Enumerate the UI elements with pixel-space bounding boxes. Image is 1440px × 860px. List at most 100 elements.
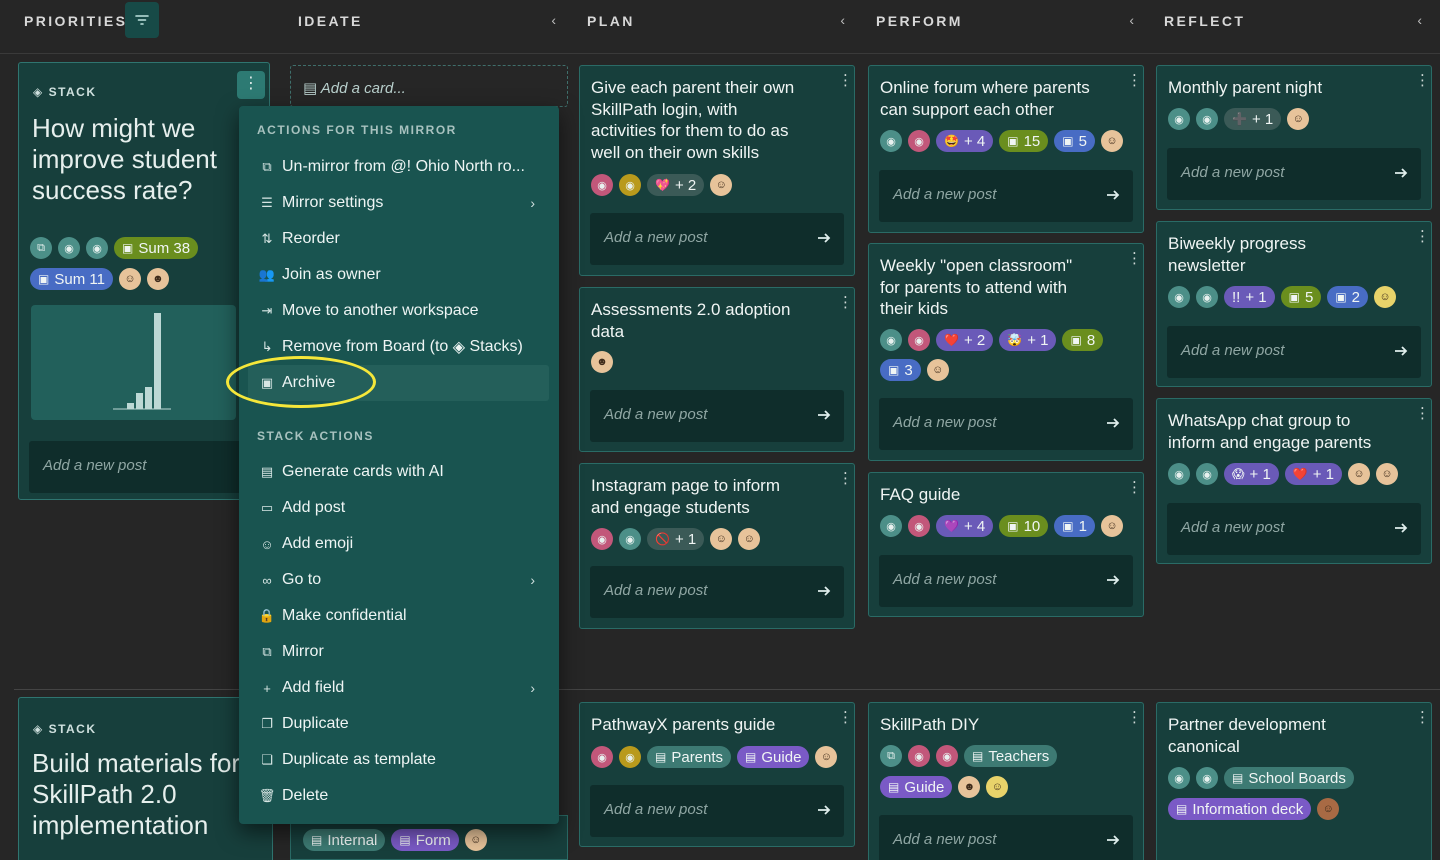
avatar[interactable]: ☺ bbox=[464, 829, 487, 851]
post-input[interactable]: Add a new post bbox=[879, 398, 1133, 450]
card[interactable]: ⋮ Partner development canonical ◉ ◉ ▤ Scho… bbox=[1156, 702, 1432, 860]
avatar[interactable]: ☺ bbox=[118, 268, 141, 290]
column-header-ideate[interactable]: IDEATE ‹ bbox=[298, 0, 556, 42]
post-input[interactable]: Add a new post bbox=[590, 390, 844, 442]
stack-menu-button[interactable]: ⋮ bbox=[237, 71, 265, 99]
column-header-perform[interactable]: PERFORM ‹ bbox=[876, 0, 1134, 42]
column-header-reflect[interactable]: REFLECT ‹ bbox=[1164, 0, 1422, 42]
avatar[interactable]: ☺ bbox=[1100, 515, 1123, 537]
card[interactable]: ⋮ Assessments 2.0 adoption data ☻ Add a n… bbox=[579, 287, 855, 452]
send-icon[interactable] bbox=[816, 583, 832, 599]
reaction-pill[interactable]: !! + 1 bbox=[1224, 286, 1275, 308]
stack-card[interactable]: ◈ STACK ⋮ How might we improve student suc… bbox=[18, 62, 270, 500]
number-field-pill[interactable]: ▣ 1 bbox=[1054, 515, 1095, 537]
card-menu-icon[interactable]: ⋮ bbox=[1127, 710, 1142, 725]
avatar[interactable]: ☺ bbox=[1287, 108, 1310, 130]
number-field-pill[interactable]: ▣ 10 bbox=[999, 515, 1049, 537]
post-input[interactable]: Add a new post bbox=[29, 441, 259, 493]
menu-item-add-emoji[interactable]: ☺ Add emoji bbox=[248, 526, 549, 562]
number-field-pill[interactable]: ▣ 5 bbox=[1054, 130, 1095, 152]
tag-pill[interactable]: ▤ Parents bbox=[647, 746, 732, 768]
avatar[interactable]: ☺ bbox=[1348, 463, 1371, 485]
avatar[interactable]: ☺ bbox=[738, 528, 761, 550]
tag-pill[interactable]: ▤ Guide bbox=[737, 746, 810, 768]
collapse-chevron-icon[interactable]: ‹ bbox=[840, 12, 845, 28]
column-header-plan[interactable]: PLAN ‹ bbox=[587, 0, 845, 42]
sum-field-pill[interactable]: ▣ Sum 11 bbox=[30, 268, 113, 290]
post-input[interactable]: Add a new post bbox=[590, 785, 844, 837]
send-icon[interactable] bbox=[816, 407, 832, 423]
send-icon[interactable] bbox=[1105, 572, 1121, 588]
card[interactable]: ⋮ Online forum where parents can support … bbox=[868, 65, 1144, 233]
menu-item-duplicate-template[interactable]: ❏ Duplicate as template bbox=[248, 742, 549, 778]
tag-pill[interactable]: ▤ Information deck bbox=[1168, 798, 1312, 820]
tag-pill[interactable]: ▤ School Boards bbox=[1224, 767, 1354, 789]
card-menu-icon[interactable]: ⋮ bbox=[838, 710, 853, 725]
reaction-pill[interactable]: 💜 + 4 bbox=[936, 515, 994, 537]
post-input[interactable]: Add a new post bbox=[590, 213, 844, 265]
number-field-pill[interactable]: ▣ 2 bbox=[1327, 286, 1368, 308]
card[interactable]: ⋮ Biweekly progress newsletter ◉ ◉ !! + 1 … bbox=[1156, 221, 1432, 387]
send-icon[interactable] bbox=[1393, 165, 1409, 181]
send-icon[interactable] bbox=[1393, 520, 1409, 536]
menu-item-delete[interactable]: 🗑 Delete bbox=[248, 778, 549, 814]
card[interactable]: ⋮ Monthly parent night ◉ ◉ ➕ + 1 ☺ Add a … bbox=[1156, 65, 1432, 210]
card-menu-icon[interactable]: ⋮ bbox=[1415, 229, 1430, 244]
tag-pill[interactable]: ▤ Form bbox=[391, 829, 459, 851]
post-input[interactable]: Add a new post bbox=[879, 815, 1133, 860]
sum-field-pill[interactable]: ▣ Sum 38 bbox=[114, 237, 199, 259]
avatar[interactable]: ☺ bbox=[815, 746, 838, 768]
tag-pill[interactable]: ▤ Guide bbox=[880, 776, 953, 798]
number-field-pill[interactable]: ▣ 5 bbox=[1280, 286, 1322, 308]
menu-item-go-to[interactable]: ∞ Go to › bbox=[248, 562, 549, 598]
menu-item-generate-cards[interactable]: ▤ Generate cards with AI bbox=[248, 454, 549, 490]
send-icon[interactable] bbox=[816, 230, 832, 246]
card[interactable]: ⋮ Give each parent their own SkillPath lo… bbox=[579, 65, 855, 276]
post-input[interactable]: Add a new post bbox=[879, 555, 1133, 607]
card[interactable]: ⋮ Instagram page to inform and engage stu… bbox=[579, 463, 855, 629]
avatar[interactable]: ☺ bbox=[986, 776, 1009, 798]
avatar[interactable]: ☺ bbox=[1376, 463, 1399, 485]
reaction-pill[interactable]: 😱 + 1 bbox=[1224, 463, 1279, 485]
reaction-pill[interactable]: ❤️ + 2 bbox=[936, 329, 994, 351]
avatar[interactable]: ☺ bbox=[710, 174, 733, 196]
card-menu-icon[interactable]: ⋮ bbox=[838, 295, 853, 310]
card[interactable]: ⋮ SkillPath DIY ⧉ ◉ ◉ ▤ Teachers ▤ Guide ☻… bbox=[868, 702, 1144, 860]
post-input[interactable]: Add a new post bbox=[590, 566, 844, 618]
add-card-button[interactable]: ▤ Add a card... bbox=[290, 65, 568, 107]
menu-item-mirror-settings[interactable]: ☰ Mirror settings › bbox=[248, 185, 549, 221]
number-field-pill[interactable]: ▣ 3 bbox=[880, 359, 921, 381]
collapse-chevron-icon[interactable]: ‹ bbox=[551, 12, 556, 28]
number-field-pill[interactable]: ▣ 15 bbox=[999, 130, 1049, 152]
avatar[interactable]: ☺ bbox=[1374, 286, 1396, 308]
menu-item-unmirror[interactable]: ⧉ Un-mirror from @! Ohio North ro... bbox=[248, 149, 549, 185]
card[interactable]: ⋮ PathwayX parents guide ◉ ◉ ▤ Parents ▤ G… bbox=[579, 702, 855, 847]
reaction-pill[interactable]: 🤩 + 4 bbox=[936, 130, 994, 152]
card[interactable]: ⋮ FAQ guide ◉ ◉ 💜 + 4 ▣ 10 ▣ 1 ☺ Add a new … bbox=[868, 472, 1144, 617]
avatar[interactable]: ☺ bbox=[926, 359, 949, 381]
card-menu-icon[interactable]: ⋮ bbox=[1415, 710, 1430, 725]
filter-button[interactable] bbox=[125, 2, 159, 38]
reaction-pill[interactable]: 🤯 + 1 bbox=[999, 329, 1057, 351]
card-menu-icon[interactable]: ⋮ bbox=[1415, 73, 1430, 88]
card[interactable]: ⋮ WhatsApp chat group to inform and engag… bbox=[1156, 398, 1432, 564]
menu-item-join-owner[interactable]: 👥 Join as owner bbox=[248, 257, 549, 293]
menu-item-reorder[interactable]: ⇅ Reorder bbox=[248, 221, 549, 257]
send-icon[interactable] bbox=[1105, 187, 1121, 203]
avatar[interactable]: ☺ bbox=[710, 528, 733, 550]
card-menu-icon[interactable]: ⋮ bbox=[838, 471, 853, 486]
card-menu-icon[interactable]: ⋮ bbox=[1127, 73, 1142, 88]
avatar[interactable]: ☺ bbox=[1317, 798, 1340, 820]
avatar[interactable]: ☻ bbox=[591, 351, 613, 373]
menu-item-mirror[interactable]: ⧉ Mirror bbox=[248, 634, 549, 670]
post-input[interactable]: Add a new post bbox=[1167, 503, 1421, 555]
avatar[interactable]: ☻ bbox=[958, 776, 981, 798]
menu-item-move-workspace[interactable]: ⇥ Move to another workspace bbox=[248, 293, 549, 329]
send-icon[interactable] bbox=[1393, 343, 1409, 359]
card[interactable]: ⋮ Weekly "open classroom" for parents to … bbox=[868, 243, 1144, 461]
send-icon[interactable] bbox=[816, 802, 832, 818]
reaction-pill[interactable]: ➕ + 1 bbox=[1224, 108, 1282, 130]
reaction-pill[interactable]: 🚫 + 1 bbox=[647, 528, 705, 550]
card-menu-icon[interactable]: ⋮ bbox=[1415, 406, 1430, 421]
card-menu-icon[interactable]: ⋮ bbox=[1127, 251, 1142, 266]
